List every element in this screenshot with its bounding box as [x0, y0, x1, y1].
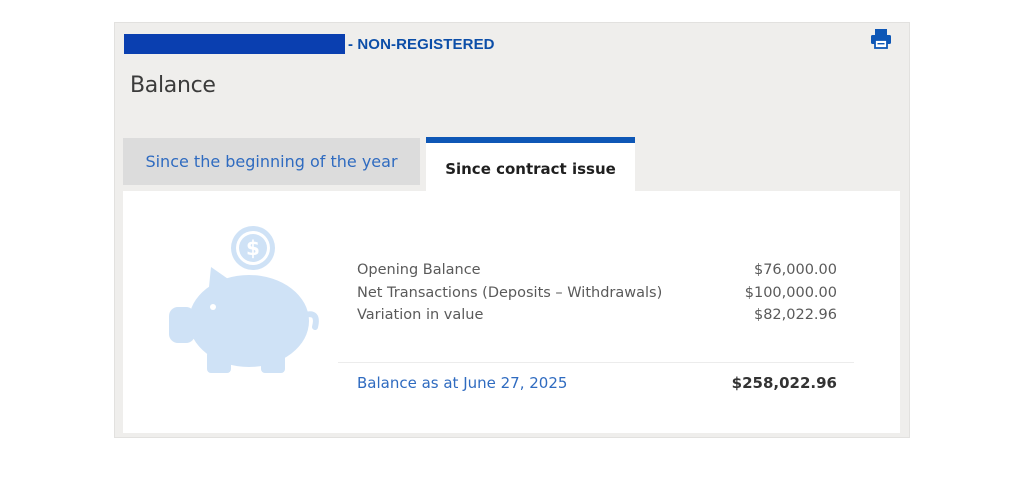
row-label: Variation in value: [357, 307, 484, 323]
row-label: Net Transactions (Deposits – Withdrawals…: [357, 284, 663, 301]
row-value: $82,022.96: [753, 307, 837, 323]
balance-breakdown: Opening Balance $76,000.00 Net Transacti…: [357, 259, 837, 327]
row-value: $76,000.00: [753, 262, 837, 278]
breakdown-row: Net Transactions (Deposits – Withdrawals…: [357, 282, 837, 305]
account-type-label: - NON-REGISTERED: [348, 35, 495, 53]
redacted-account-name: [124, 34, 345, 54]
printer-icon: [871, 29, 891, 49]
total-value: $258,022.96: [731, 374, 837, 392]
breakdown-row: Variation in value $82,022.96: [357, 304, 837, 327]
section-title: Balance: [130, 73, 216, 98]
breakdown-row: Opening Balance $76,000.00: [357, 259, 837, 282]
svg-text:$: $: [246, 236, 260, 260]
print-button[interactable]: [869, 28, 893, 50]
piggy-bank-dollar-icon: $: [169, 226, 319, 373]
tab-since-contract-issue[interactable]: Since contract issue: [426, 137, 635, 192]
tab-since-beginning-of-year[interactable]: Since the beginning of the year: [123, 138, 420, 185]
total-label: Balance as at June 27, 2025: [357, 374, 568, 392]
tab-panel: $ Opening Balance $76,000.00 Net Transac…: [123, 191, 900, 433]
row-value: $100,000.00: [744, 284, 837, 301]
balance-card: - NON-REGISTERED Balance Since the begin…: [114, 22, 910, 438]
account-title: - NON-REGISTERED: [124, 34, 495, 54]
row-label: Opening Balance: [357, 262, 481, 278]
divider: [338, 362, 854, 363]
balance-total-row: Balance as at June 27, 2025 $258,022.96: [357, 372, 837, 394]
